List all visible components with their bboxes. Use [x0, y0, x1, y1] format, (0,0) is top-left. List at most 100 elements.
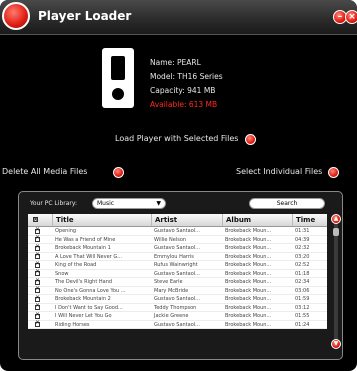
cell-album: Brokeback Moun... [225, 279, 272, 285]
cell-artist: Emmylou Harris [154, 253, 194, 260]
row-checkbox[interactable] [35, 226, 40, 234]
library-select-value: Music [97, 200, 115, 207]
table-row[interactable]: The Devil's Right Hand Steve Earle Brokeba… [28, 277, 327, 287]
cell-time: 01:18 [295, 270, 310, 277]
table-body: Opening Gustavo Santaol... Brokeback Moun.… [28, 226, 327, 329]
load-player-button[interactable]: Load Player with Selected Files [115, 134, 238, 143]
cell-time: 01:24 [295, 321, 310, 328]
cell-time: 03:06 [295, 287, 310, 294]
cell-title: Riding Horses [55, 321, 90, 328]
row-checkbox[interactable] [35, 302, 40, 310]
device-model: Model: TH16 Series [150, 72, 223, 81]
row-checkbox[interactable] [35, 251, 40, 259]
select-all-checkbox[interactable] [28, 214, 52, 226]
table-row[interactable]: Opening Gustavo Santaol... Brokeback Moun.… [28, 226, 327, 236]
cell-time: 04:39 [295, 236, 310, 243]
cell-album: Brokeback Moun... [225, 262, 272, 268]
table-row[interactable]: No One's Gonna Love You ... Mary McBride B… [28, 285, 327, 295]
table-row[interactable]: He Was a Friend of Mine Willie Nelson Brok… [28, 234, 327, 244]
cell-artist: Steve Earle [154, 279, 183, 285]
cell-album: Brokeback Moun... [225, 287, 272, 294]
cell-album: Brokeback Moun... [225, 304, 272, 311]
cell-artist: Teddy Thompson [154, 304, 197, 311]
cell-artist: Gustavo Santaol... [154, 296, 200, 302]
column-artist[interactable]: Artist [151, 214, 222, 226]
cell-title: Opening [55, 228, 77, 234]
cell-time: 02:52 [295, 262, 310, 268]
library-table: Title Artist Album Time Opening Gustavo S… [28, 214, 327, 329]
cell-title: No One's Gonna Love You ... [55, 287, 126, 294]
table-row[interactable]: Brokeback Mountain 2 Gustavo Santaol... Br… [28, 294, 327, 304]
cell-time: 01:55 [295, 313, 310, 319]
table-row[interactable]: Riding Horses Gustavo Santaol... Brokeback… [28, 319, 327, 329]
cell-artist: Gustavo Santaol... [154, 228, 200, 234]
scroll-up-button[interactable]: ▲ [331, 214, 341, 224]
cell-title: A Love That Will Never G... [55, 253, 122, 260]
search-placeholder: Search [276, 200, 298, 207]
cell-time: 02:32 [295, 245, 310, 251]
cell-title: King of the Road [55, 262, 97, 268]
delete-all-label: Delete All Media Files [2, 167, 88, 176]
load-player-icon[interactable] [245, 134, 256, 145]
row-checkbox[interactable] [35, 294, 40, 302]
device-screen-icon [111, 56, 125, 80]
table-header: Title Artist Album Time [28, 214, 327, 227]
row-checkbox[interactable] [35, 311, 40, 319]
cell-artist: Gustavo Santaol... [154, 245, 200, 251]
cell-title: I Don't Want to Say Good... [55, 304, 123, 311]
player-loader-window: Player Loader – × Name: PEARL Model: TH1… [0, 0, 357, 371]
select-individual-label: Select Individual Files [236, 167, 323, 176]
cell-album: Brokeback Moun... [225, 321, 272, 328]
row-checkbox[interactable] [35, 260, 40, 268]
load-player-label: Load Player with Selected Files [115, 134, 239, 143]
row-checkbox[interactable] [35, 268, 40, 276]
row-checkbox[interactable] [35, 234, 40, 242]
row-checkbox[interactable] [35, 243, 40, 251]
table-row[interactable]: I Will Never Let You Go Jackie Greene Brok… [28, 311, 327, 321]
checkbox-icon [33, 214, 38, 226]
chevron-down-icon: ▼ [156, 200, 161, 207]
title-bar[interactable]: Player Loader – × [0, 0, 357, 35]
column-album[interactable]: Album [222, 214, 292, 226]
cell-artist: Rufus Wainwright [154, 262, 198, 268]
app-logo-icon [2, 2, 30, 30]
cell-title: The Devil's Right Hand [55, 279, 113, 285]
cell-time: 02:34 [295, 279, 310, 285]
library-select[interactable]: Music ▼ [92, 198, 166, 209]
table-row[interactable]: A Love That Will Never G... Emmylou Harri… [28, 251, 327, 261]
cell-album: Brokeback Moun... [225, 296, 272, 302]
select-individual-icon[interactable] [328, 167, 339, 178]
scrollbar-thumb[interactable] [333, 228, 339, 236]
close-button[interactable]: × [345, 10, 357, 24]
cell-artist: Willie Nelson [154, 236, 187, 243]
scroll-down-button[interactable]: ▼ [331, 339, 341, 349]
window-title: Player Loader [38, 9, 132, 23]
table-row[interactable]: Brokeback Mountain 1 Gustavo Santaol... Br… [28, 243, 327, 253]
column-time[interactable]: Time [292, 214, 327, 226]
cell-time: 03:20 [295, 253, 310, 260]
table-row[interactable]: Snow Gustavo Santaol... Brokeback Moun... 0… [28, 268, 327, 278]
column-title[interactable]: Title [52, 214, 151, 226]
cell-album: Brokeback Moun... [225, 228, 272, 234]
row-checkbox[interactable] [35, 277, 40, 285]
search-input[interactable]: Search [249, 198, 325, 209]
cell-time: 03:12 [295, 304, 310, 311]
row-checkbox[interactable] [35, 319, 40, 327]
table-row[interactable]: King of the Road Rufus Wainwright Brokebac… [28, 260, 327, 270]
cell-time: 01:59 [295, 296, 310, 302]
scrollbar-track[interactable] [334, 222, 338, 340]
cell-album: Brokeback Moun... [225, 313, 272, 319]
device-capacity: Capacity: 941 MB [150, 86, 216, 95]
cell-time: 01:31 [295, 228, 310, 234]
cell-artist: Mary McBride [154, 287, 189, 294]
select-individual-button[interactable]: Select Individual Files [236, 167, 322, 176]
device-name: Name: PEARL [150, 58, 201, 67]
row-checkbox[interactable] [35, 285, 40, 293]
delete-all-button[interactable]: Delete All Media Files [2, 167, 87, 176]
table-row[interactable]: I Don't Want to Say Good... Teddy Thompso… [28, 302, 327, 312]
cell-title: He Was a Friend of Mine [55, 236, 116, 243]
cell-album: Brokeback Moun... [225, 270, 272, 277]
delete-all-icon[interactable] [113, 167, 124, 178]
device-wheel-icon [112, 88, 124, 100]
cell-title: I Will Never Let You Go [55, 313, 112, 319]
